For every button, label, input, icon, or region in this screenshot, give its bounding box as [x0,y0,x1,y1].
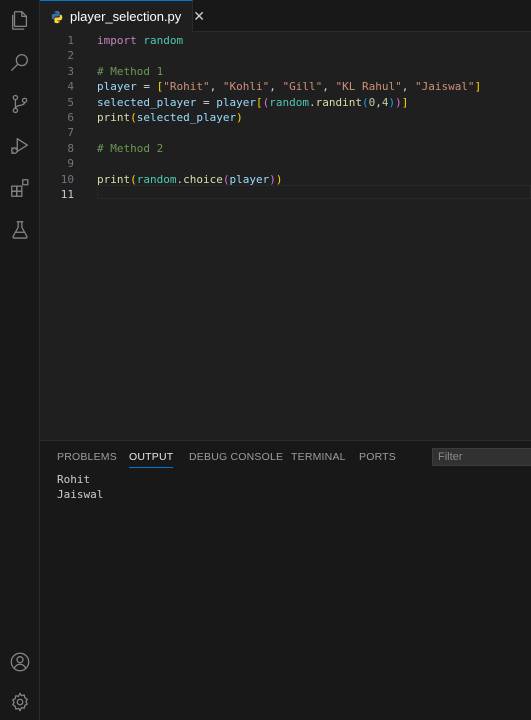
code-token: "Gill" [282,80,323,94]
testing-icon[interactable] [8,218,32,242]
code-token: ) [236,111,243,124]
code-line[interactable]: 7 [40,125,531,140]
code-text: print(random.choice(player)) [97,172,283,187]
code-line[interactable]: 10 print(random.choice(player)) [40,172,531,187]
settings-gear-icon[interactable] [8,690,32,714]
code-token: "Rohit" [163,80,210,94]
activity-bar [0,0,40,720]
tab-problems[interactable]: PROBLEMS [57,451,117,463]
code-text: # Method 1 [97,64,163,79]
line-number: 4 [67,80,74,94]
line-number: 1 [67,34,74,47]
code-line[interactable]: 5 selected_player = player[ ( random.randin… [40,95,531,110]
line-number: 5 [67,95,74,109]
code-token: print [97,172,131,186]
code-token: [ [255,95,263,109]
tab-ports[interactable]: PORTS [359,451,396,463]
line-number: 3 [67,64,74,78]
tab-debug-console[interactable]: DEBUG CONSOLE [189,451,283,463]
code-line[interactable]: 3 # Method 1 [40,64,531,79]
code-token: selected_player [136,111,237,124]
code-editor[interactable]: 1 import random 2 3 # Method 1 4 player = ["Ro… [40,32,531,440]
python-file-icon [50,10,64,24]
code-text: selected_player = player[ ( random.randint… [97,95,408,110]
code-token: randint [315,95,362,109]
code-token: "Kohli" [222,80,270,94]
code-token: , [401,80,415,94]
code-token: , [322,80,336,94]
code-token: player [229,172,270,186]
code-token: ( [130,111,137,124]
filter-input[interactable] [432,448,531,466]
code-token: "KL Rahul" [335,80,402,94]
line-number: 7 [67,126,74,140]
code-token: ( [130,172,137,186]
code-line[interactable]: 8 # Method 2 [40,141,531,156]
code-token: "Jaiswal" [414,80,475,94]
source-control-icon[interactable] [8,92,32,116]
code-token: selected_player [97,95,197,109]
bottom-panel: PROBLEMS OUTPUT DEBUG CONSOLE TERMINAL P… [40,440,531,720]
code-token: ) [269,172,276,186]
code-text: import random [97,33,183,48]
line-number: 6 [67,111,74,124]
code-token: ) [275,172,283,186]
line-number: 2 [67,49,74,63]
code-text: # Method 2 [97,141,163,156]
code-token: import [97,34,137,47]
run-debug-icon[interactable] [8,134,32,158]
code-token: = [196,95,217,109]
code-token: ] [401,95,409,109]
tab-player-selection[interactable]: player_selection.py ✕ [40,0,205,32]
extensions-icon[interactable] [8,176,32,200]
code-token: # Method 1 [97,64,164,78]
code-token: player [216,95,256,109]
code-token: random [269,95,309,109]
line-number: 11 [60,188,74,201]
code-line[interactable]: 4 player = ["Rohit", "Kohli", "Gill", "KL… [40,79,531,94]
editor-tab-bar: player_selection.py ✕ [40,0,531,32]
code-line[interactable]: 2 [40,48,531,63]
line-number: 10 [60,172,74,186]
code-line[interactable]: 9 [40,156,531,171]
tab-terminal[interactable]: TERMINAL [291,451,346,463]
code-line[interactable]: 11 [40,187,531,202]
code-token: player [97,80,137,94]
output-line: Jaiswal [57,488,104,501]
code-token: print [97,111,131,124]
code-token: ( [222,172,230,186]
close-icon[interactable]: ✕ [193,8,205,25]
code-text: print(selected_player) [97,110,243,125]
line-number: 8 [67,141,74,155]
code-line[interactable]: 1 import random [40,33,531,48]
code-token: ) [395,95,402,109]
code-token: , [269,80,283,94]
code-token: choice [183,172,223,186]
line-number: 9 [67,157,74,171]
code-token: random [143,34,184,47]
explorer-icon[interactable] [8,8,32,32]
code-token: random [136,172,177,186]
search-icon[interactable] [8,50,32,74]
tab-filename: player_selection.py [70,9,182,24]
code-token: # Method 2 [97,141,164,155]
tab-output[interactable]: OUTPUT [129,451,174,468]
code-token: ] [474,80,482,94]
code-token: , [209,80,223,94]
code-token: = [136,80,157,94]
account-icon[interactable] [8,650,32,674]
code-token: , [375,95,382,109]
output-line: Rohit [57,473,91,486]
code-line[interactable]: 6 print(selected_player) [40,110,531,125]
code-token: ( [361,95,369,109]
code-token: . [308,95,316,109]
code-text: player = ["Rohit", "Kohli", "Gill", "KL … [97,79,481,94]
